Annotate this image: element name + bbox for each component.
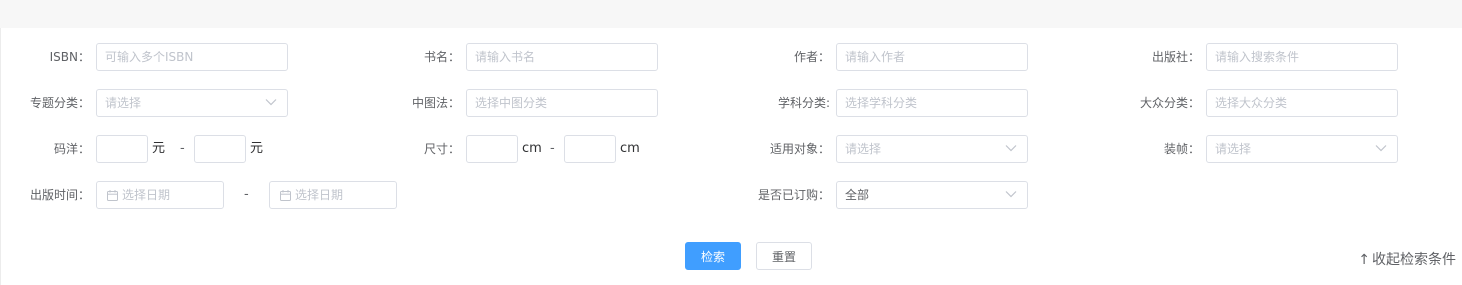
ordered-select-value: 全部 <box>845 188 870 202</box>
price-min-input[interactable] <box>96 135 148 163</box>
topic-select[interactable]: 请选择 <box>96 89 288 117</box>
binding-select-placeholder: 请选择 <box>1215 142 1252 156</box>
size-separator: - <box>550 141 555 156</box>
pubdate-end-placeholder: 选择日期 <box>295 188 344 202</box>
subject-label: 学科分类: <box>777 96 830 110</box>
pubdate-start-picker[interactable]: 选择日期 <box>96 181 224 209</box>
isbn-input[interactable] <box>96 43 288 71</box>
arrow-up-icon: ↑ <box>1358 252 1370 268</box>
size-min-input[interactable] <box>466 135 518 163</box>
pubdate-label: 出版时间： <box>29 188 90 202</box>
calendar-icon <box>107 190 118 201</box>
panel-left-border <box>0 28 1 285</box>
binding-select[interactable]: 请选择 <box>1206 135 1398 163</box>
ordered-label: 是否已订购： <box>757 188 830 202</box>
size-max-unit: cm <box>620 141 640 156</box>
binding-label: 装帧： <box>1163 142 1200 156</box>
audience-select[interactable]: 请选择 <box>836 135 1028 163</box>
publisher-label: 出版社： <box>1151 50 1200 64</box>
author-input[interactable] <box>836 43 1028 71</box>
chevron-down-icon <box>1375 145 1387 152</box>
clc-input[interactable] <box>466 89 658 117</box>
title-input[interactable] <box>466 43 658 71</box>
price-label: 码洋： <box>53 142 90 156</box>
reset-button[interactable]: 重置 <box>756 242 812 270</box>
ordered-select[interactable]: 全部 <box>836 181 1028 209</box>
price-separator: - <box>180 141 185 156</box>
top-bar <box>0 0 1462 28</box>
price-min-unit: 元 <box>152 141 166 156</box>
size-label: 尺寸： <box>423 142 460 156</box>
publisher-input[interactable] <box>1206 43 1398 71</box>
title-label: 书名： <box>423 50 460 64</box>
popular-input[interactable] <box>1206 89 1398 117</box>
chevron-down-icon <box>1005 145 1017 152</box>
calendar-icon <box>280 190 291 201</box>
size-max-input[interactable] <box>564 135 616 163</box>
collapse-filters-label: 收起检索条件 <box>1372 252 1456 268</box>
pubdate-separator: - <box>244 187 249 202</box>
audience-label: 适用对象： <box>769 142 830 156</box>
chevron-down-icon <box>265 99 277 106</box>
price-max-unit: 元 <box>250 141 264 156</box>
audience-select-placeholder: 请选择 <box>845 142 882 156</box>
popular-label: 大众分类： <box>1139 96 1200 110</box>
collapse-filters-link[interactable]: ↑ 收起检索条件 <box>1358 249 1456 271</box>
chevron-down-icon <box>1005 191 1017 198</box>
author-label: 作者： <box>793 50 830 64</box>
clc-label: 中图法： <box>411 96 460 110</box>
search-button[interactable]: 检索 <box>685 242 741 270</box>
topic-select-placeholder: 请选择 <box>105 96 142 110</box>
size-min-unit: cm <box>522 141 542 156</box>
pubdate-start-placeholder: 选择日期 <box>122 188 171 202</box>
pubdate-end-picker[interactable]: 选择日期 <box>269 181 397 209</box>
price-max-input[interactable] <box>194 135 246 163</box>
topic-label: 专题分类： <box>29 96 90 110</box>
isbn-label: ISBN： <box>49 50 90 64</box>
subject-input[interactable] <box>836 89 1028 117</box>
